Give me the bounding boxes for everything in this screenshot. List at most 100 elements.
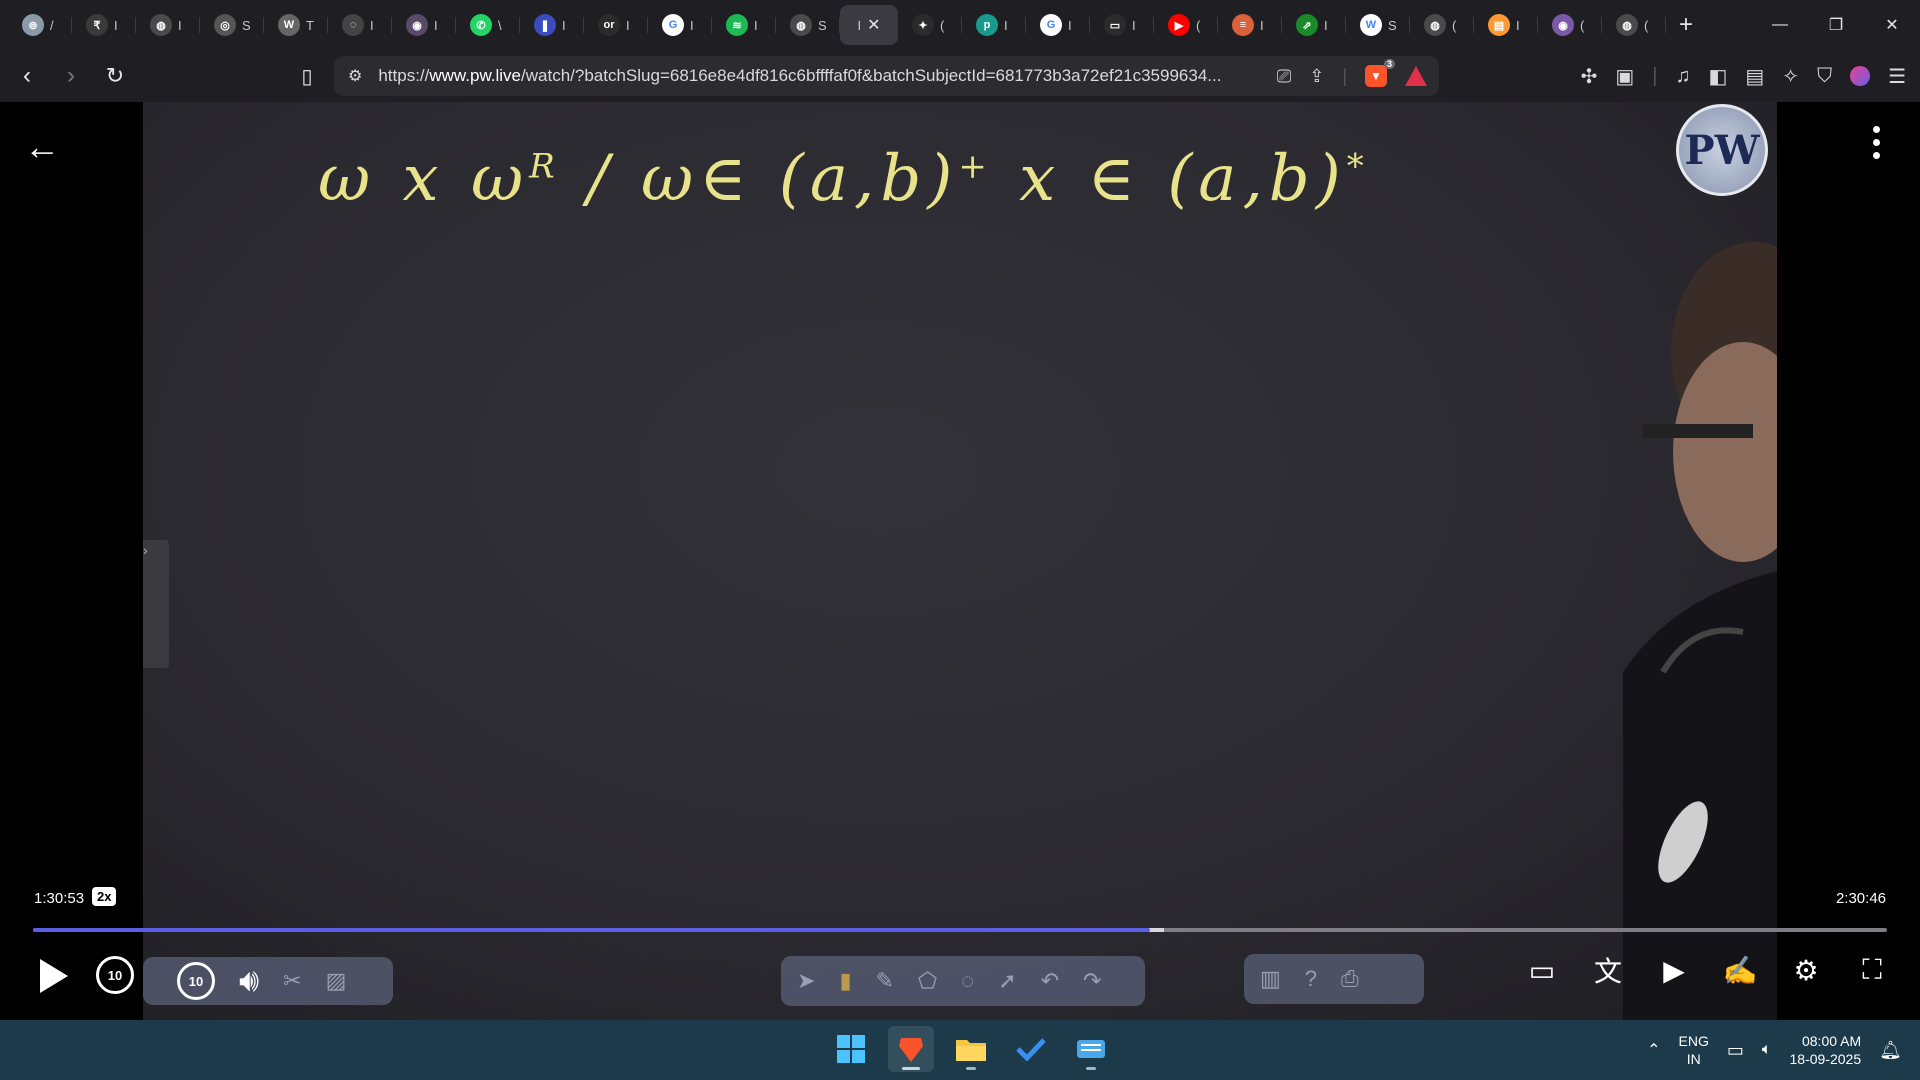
restore-icon[interactable]: ❐ (1808, 0, 1864, 50)
menu-icon[interactable]: ☰ (1888, 64, 1906, 89)
address-bar[interactable]: ⚙ https://www.pw.live/watch/?batchSlug=6… (334, 56, 1439, 96)
fullscreen-icon[interactable]: ⛶ (1854, 952, 1890, 988)
extensions-icon[interactable]: ✣ (1581, 64, 1598, 89)
browser-tab[interactable]: GI (648, 5, 712, 45)
new-tab-icon[interactable]: + (1666, 5, 1706, 45)
browser-tab[interactable]: ⇗ I (1282, 5, 1346, 45)
notification-bell-icon[interactable]: 🔔︎ (1879, 1040, 1902, 1061)
browser-tab[interactable]: ✆ \ (456, 5, 520, 45)
globe-icon: ◍ (1616, 14, 1638, 36)
network-icon[interactable]: ▭ (1727, 1040, 1744, 1061)
brave-rewards-icon[interactable] (1405, 66, 1427, 86)
poll-icon[interactable]: ▥ (1260, 966, 1281, 992)
browser-tab[interactable]: ✦( (898, 5, 962, 45)
brave-browser-icon[interactable] (888, 1026, 934, 1072)
whiteboard-tools-left: 10 🔊︎ ✂ ▨ (143, 957, 393, 1005)
browser-tab[interactable]: I ✕ (840, 5, 898, 45)
browser-tab[interactable]: WT (264, 5, 328, 45)
browser-tab[interactable]: ◌ I (328, 5, 392, 45)
site-icon: ◌ (342, 14, 364, 36)
keyboard-app-icon[interactable] (1068, 1026, 1114, 1072)
browser-tab[interactable]: ₹ I (72, 5, 136, 45)
browser-tab[interactable]: ◍( (1602, 5, 1666, 45)
browser-tab[interactable]: ◍ S (776, 5, 840, 45)
share-icon[interactable]: ⇪ (1309, 66, 1324, 87)
browser-tab[interactable]: WS (1346, 5, 1410, 45)
windows-taskbar: ⌃ ENG IN ▭ 🔈︎ 08:00 AM 18-09-2025 🔔︎ (0, 1020, 1920, 1080)
browser-tab[interactable]: ◎ S (200, 5, 264, 45)
shape-tool-icon[interactable]: ⬠ (918, 968, 937, 994)
site-settings-icon[interactable]: ⚙ (348, 66, 362, 86)
image-tool-icon[interactable]: ▨ (326, 968, 347, 994)
sidebar-icon[interactable]: ◧ (1708, 64, 1727, 89)
tab-title: S (818, 17, 826, 33)
speaker-icon[interactable]: 🔈︎ (1762, 1041, 1772, 1059)
browser-tab[interactable]: ◉ I (392, 5, 456, 45)
eraser-tool-icon[interactable]: ◌ (961, 968, 974, 994)
bookmark-icon[interactable]: ▯ (288, 57, 326, 95)
redo-icon[interactable]: ↷ (1083, 968, 1101, 994)
clock[interactable]: 08:00 AM 18-09-2025 (1790, 1032, 1862, 1068)
more-options-icon[interactable] (1868, 126, 1884, 159)
seek-bar[interactable] (33, 928, 1887, 932)
browser-tab[interactable]: ▤ I (1474, 5, 1538, 45)
settings-icon[interactable]: ⚙ (1788, 952, 1824, 988)
start-icon[interactable] (828, 1026, 874, 1072)
tab-title: I (1516, 17, 1520, 33)
browser-tab[interactable]: ◉( (1538, 5, 1602, 45)
browser-tab[interactable]: ▭ I (1090, 5, 1154, 45)
skip-back-10-icon[interactable]: 10 (96, 956, 134, 994)
browser-tab[interactable]: ◍( (1410, 5, 1474, 45)
profile-icon[interactable] (1850, 66, 1871, 86)
mini-player-icon[interactable]: ▶︎ (1656, 952, 1692, 988)
translate-icon[interactable]: 文 (1590, 952, 1626, 988)
browser-tab[interactable]: ≋ I (712, 5, 776, 45)
video-camera-icon[interactable]: ⎙ (1341, 966, 1359, 992)
media-icon[interactable]: ♫ (1675, 65, 1690, 88)
tool-icon[interactable]: ✂ (283, 968, 301, 994)
browser-tab[interactable]: ▶( (1154, 5, 1218, 45)
leo-ai-icon[interactable]: ✧ (1782, 64, 1799, 89)
browser-tab[interactable]: ≡ I (1218, 5, 1282, 45)
volume-icon[interactable]: 🔊︎ (239, 962, 259, 1000)
video-frame[interactable]: ω x ωR / ω∈ (a,b)+ x ∈ (a,b)* (143, 102, 1777, 1020)
close-window-icon[interactable]: ✕ (1864, 0, 1920, 50)
play-icon[interactable] (36, 954, 72, 998)
cast-icon[interactable]: ⎚ (1277, 66, 1291, 87)
video-player[interactable]: ω x ωR / ω∈ (a,b)+ x ∈ (a,b)* (0, 102, 1920, 1020)
browser-tab[interactable]: ❚ I (520, 5, 584, 45)
back-icon[interactable]: ‹ (8, 57, 46, 95)
browser-tab[interactable]: or I (584, 5, 648, 45)
browser-tab[interactable]: ⊚ / (8, 5, 72, 45)
reload-icon[interactable]: ↻ (96, 57, 134, 95)
undo-icon[interactable]: ↶ (1041, 968, 1059, 994)
language-indicator[interactable]: ENG IN (1679, 1032, 1709, 1068)
side-panel-handle[interactable]: › (143, 540, 169, 668)
browser-tab[interactable]: ◍ I (136, 5, 200, 45)
todo-icon[interactable] (1008, 1026, 1054, 1072)
notes-icon[interactable]: ✍ (1722, 952, 1758, 988)
back-arrow-icon[interactable]: ← (24, 126, 60, 168)
vpn-icon[interactable]: ⛉ (1817, 65, 1832, 88)
close-tab-icon[interactable]: ✕ (867, 15, 880, 35)
browser-tab[interactable]: pI (962, 5, 1026, 45)
brave-shields-icon[interactable]: ▼ 3 (1365, 59, 1395, 87)
minimize-icon[interactable]: — (1752, 0, 1808, 50)
browser-tab[interactable]: GI (1026, 5, 1090, 45)
skip-forward-10-icon[interactable]: 10 (177, 962, 215, 1000)
marker-tool-icon[interactable]: ▮ (839, 968, 851, 994)
active-tab-label: I (857, 17, 862, 33)
doubt-icon[interactable]: ? (1305, 966, 1317, 992)
wallet-icon[interactable]: ▤ (1745, 64, 1764, 89)
speed-badge[interactable]: 2x (92, 887, 117, 906)
file-explorer-icon[interactable] (948, 1026, 994, 1072)
url-text[interactable]: https://www.pw.live/watch/?batchSlug=681… (378, 66, 1258, 86)
reader-mode-icon[interactable]: ▣ (1615, 64, 1634, 89)
tray-overflow-icon[interactable]: ⌃ (1647, 1040, 1660, 1060)
arrow-tool-icon[interactable]: ➚ (998, 968, 1016, 994)
chat-icon[interactable]: ▭ (1524, 952, 1560, 988)
forward-icon[interactable]: › (52, 57, 90, 95)
gemini-icon: ✦ (912, 14, 934, 36)
pen-tool-icon[interactable]: ✎ (876, 968, 894, 994)
pointer-tool-icon[interactable]: ➤ (797, 968, 815, 994)
